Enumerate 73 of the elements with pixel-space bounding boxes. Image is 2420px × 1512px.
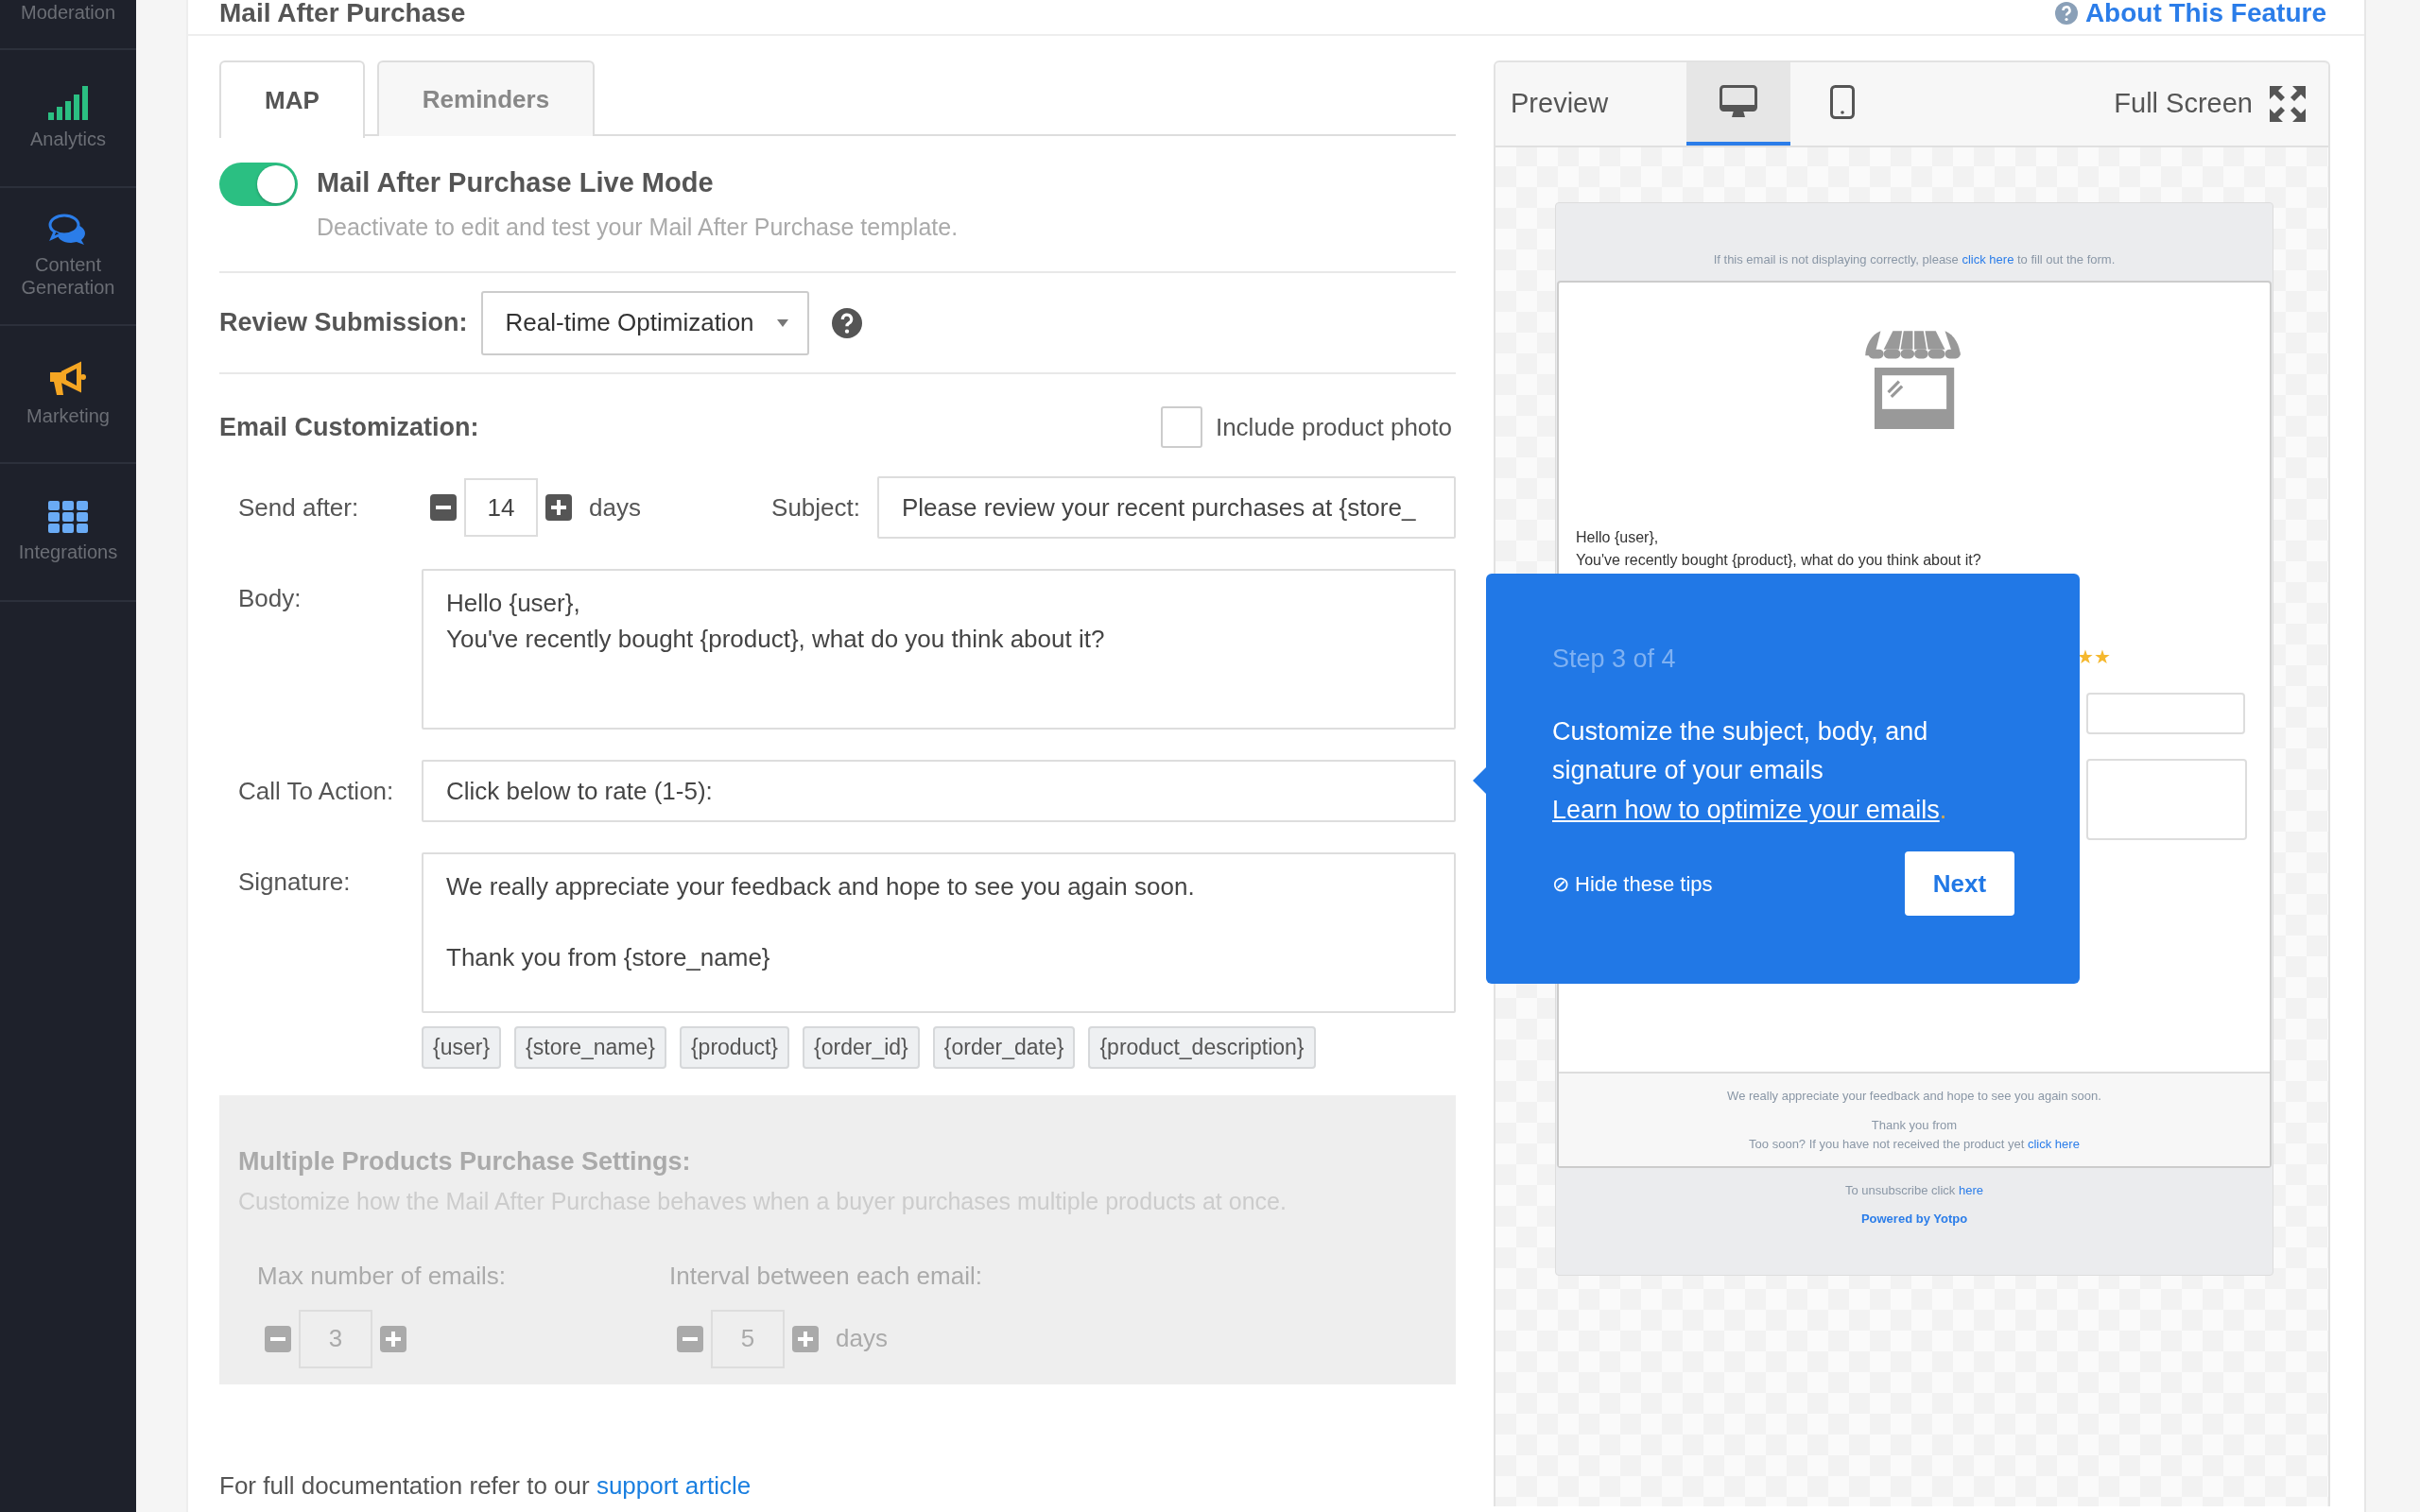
field-label: Body: [238,583,302,614]
section-heading: Multiple Products Purchase Settings: [238,1145,692,1177]
field-label: Interval between each email: [669,1260,982,1292]
number-field[interactable]: 14 [464,478,538,537]
unsubscribe-link[interactable]: here [1958,1183,1983,1197]
email-input-field[interactable] [2086,692,2245,734]
email-signature: We really appreciate your feedback and hope to see you again soon. [1726,1087,2102,1105]
field-label: Review Submission: [219,307,468,339]
field-label: Max number of emails: [257,1260,507,1292]
email-thanks: Thank you from [1870,1117,1959,1134]
dropdown[interactable]: Real-time Optimization [480,290,809,355]
minus-icon[interactable] [430,494,457,521]
toggle-switch[interactable] [219,163,298,206]
caret-icon [776,318,788,327]
placeholder-tag[interactable]: {order_id} [803,1026,920,1069]
body-field[interactable]: Hello {user}, You've recently bought {product}, what do you think about it? [422,569,1456,730]
unit-label: days [589,491,641,524]
placeholder-tag[interactable]: {product} [679,1026,790,1069]
tab[interactable]: Reminders [376,60,596,136]
field-label: Send after: [238,491,360,524]
live-mode-title: Mail After Purchase Live Mode [317,166,715,199]
field-label: Subject: [771,491,860,524]
checkbox-label: Include product photo [1215,411,1452,443]
chat-bubbles-icon [48,214,88,246]
section-heading: Email Customization: [219,411,479,443]
tablet-icon [1830,85,1855,119]
sidebar-item[interactable]: Content Generation [0,188,136,326]
tooltip-step: Step 3 of 4 [1552,640,2014,679]
placeholder-tag[interactable]: {user} [422,1026,502,1069]
help-icon[interactable] [831,307,862,338]
megaphone-icon [48,361,88,397]
sidebar-item[interactable]: Analytics [0,50,136,188]
field-label: Call To Action: [238,775,395,807]
grid-icon [48,501,88,533]
checkbox[interactable] [1160,406,1202,448]
powered-by-link[interactable]: Powered by Yotpo [1556,1209,2273,1228]
email-greeting: Hello {user}, [1576,527,1660,547]
call-to-action-field[interactable]: Click below to rate (1-5): [422,760,1456,822]
next-button[interactable]: Next [1905,851,2014,917]
placeholder-tag[interactable]: {order_date} [932,1026,1076,1069]
about-link[interactable]: About This Feature [2054,0,2326,28]
signature-field[interactable]: We really appreciate your feedback and hope to see you again soon. Thank you from {store_name} [422,852,1456,1013]
field-label: Signature: [238,867,352,898]
live-mode-description: Deactivate to edit and test your Mail After Purchase template. [317,212,959,242]
notice-link[interactable]: click here [1962,252,2014,266]
email-notice: If this email is not displaying correctly, please click here to fill out the form. [1712,251,2117,268]
bar-chart-icon [48,86,88,120]
unit-label: days [836,1323,888,1354]
placeholder-tag[interactable]: {store_name} [514,1026,666,1069]
monitor-icon [1720,85,1757,119]
subject-field[interactable]: Please review your recent purchases at {store_ [877,476,1456,539]
tooltip-text: Customize the subject, body, and signature of your emails Learn how to optimize your emails. [1552,715,1948,827]
placeholder-tag[interactable]: {product_description} [1088,1026,1316,1069]
email-body-text: You've recently bought {product}, what do you think about it? [1576,550,1982,570]
sidebar-item[interactable]: Moderation [0,0,136,50]
preview-title: Preview [1510,87,1610,121]
optimize-link[interactable]: Learn how to optimize your emails [1552,796,1940,825]
page-title: Mail After Purchase [219,0,466,28]
full-screen-button[interactable]: Full Screen [2108,62,2328,146]
device-tab[interactable] [1686,62,1790,146]
too-soon-text: Too soon? If you have not received the product yet click here [1748,1135,2081,1153]
rating-stars: ★★ [2077,646,2111,666]
email-text-area[interactable] [2086,758,2247,840]
sidebar-item[interactable]: Marketing [0,326,136,464]
plus-icon[interactable] [545,494,572,521]
sidebar-item[interactable]: Integrations [0,464,136,602]
too-soon-link[interactable]: click here [2027,1136,2080,1151]
support-link[interactable]: support article [596,1470,752,1500]
tab[interactable]: MAP [219,60,365,138]
unsubscribe-text: To unsubscribe click here [1844,1182,1984,1199]
documentation-text: For full documentation refer to our support article [219,1469,752,1502]
hide-tips-link[interactable]: ⊘ Hide these tips [1552,868,1713,900]
expand-icon [2270,86,2306,122]
